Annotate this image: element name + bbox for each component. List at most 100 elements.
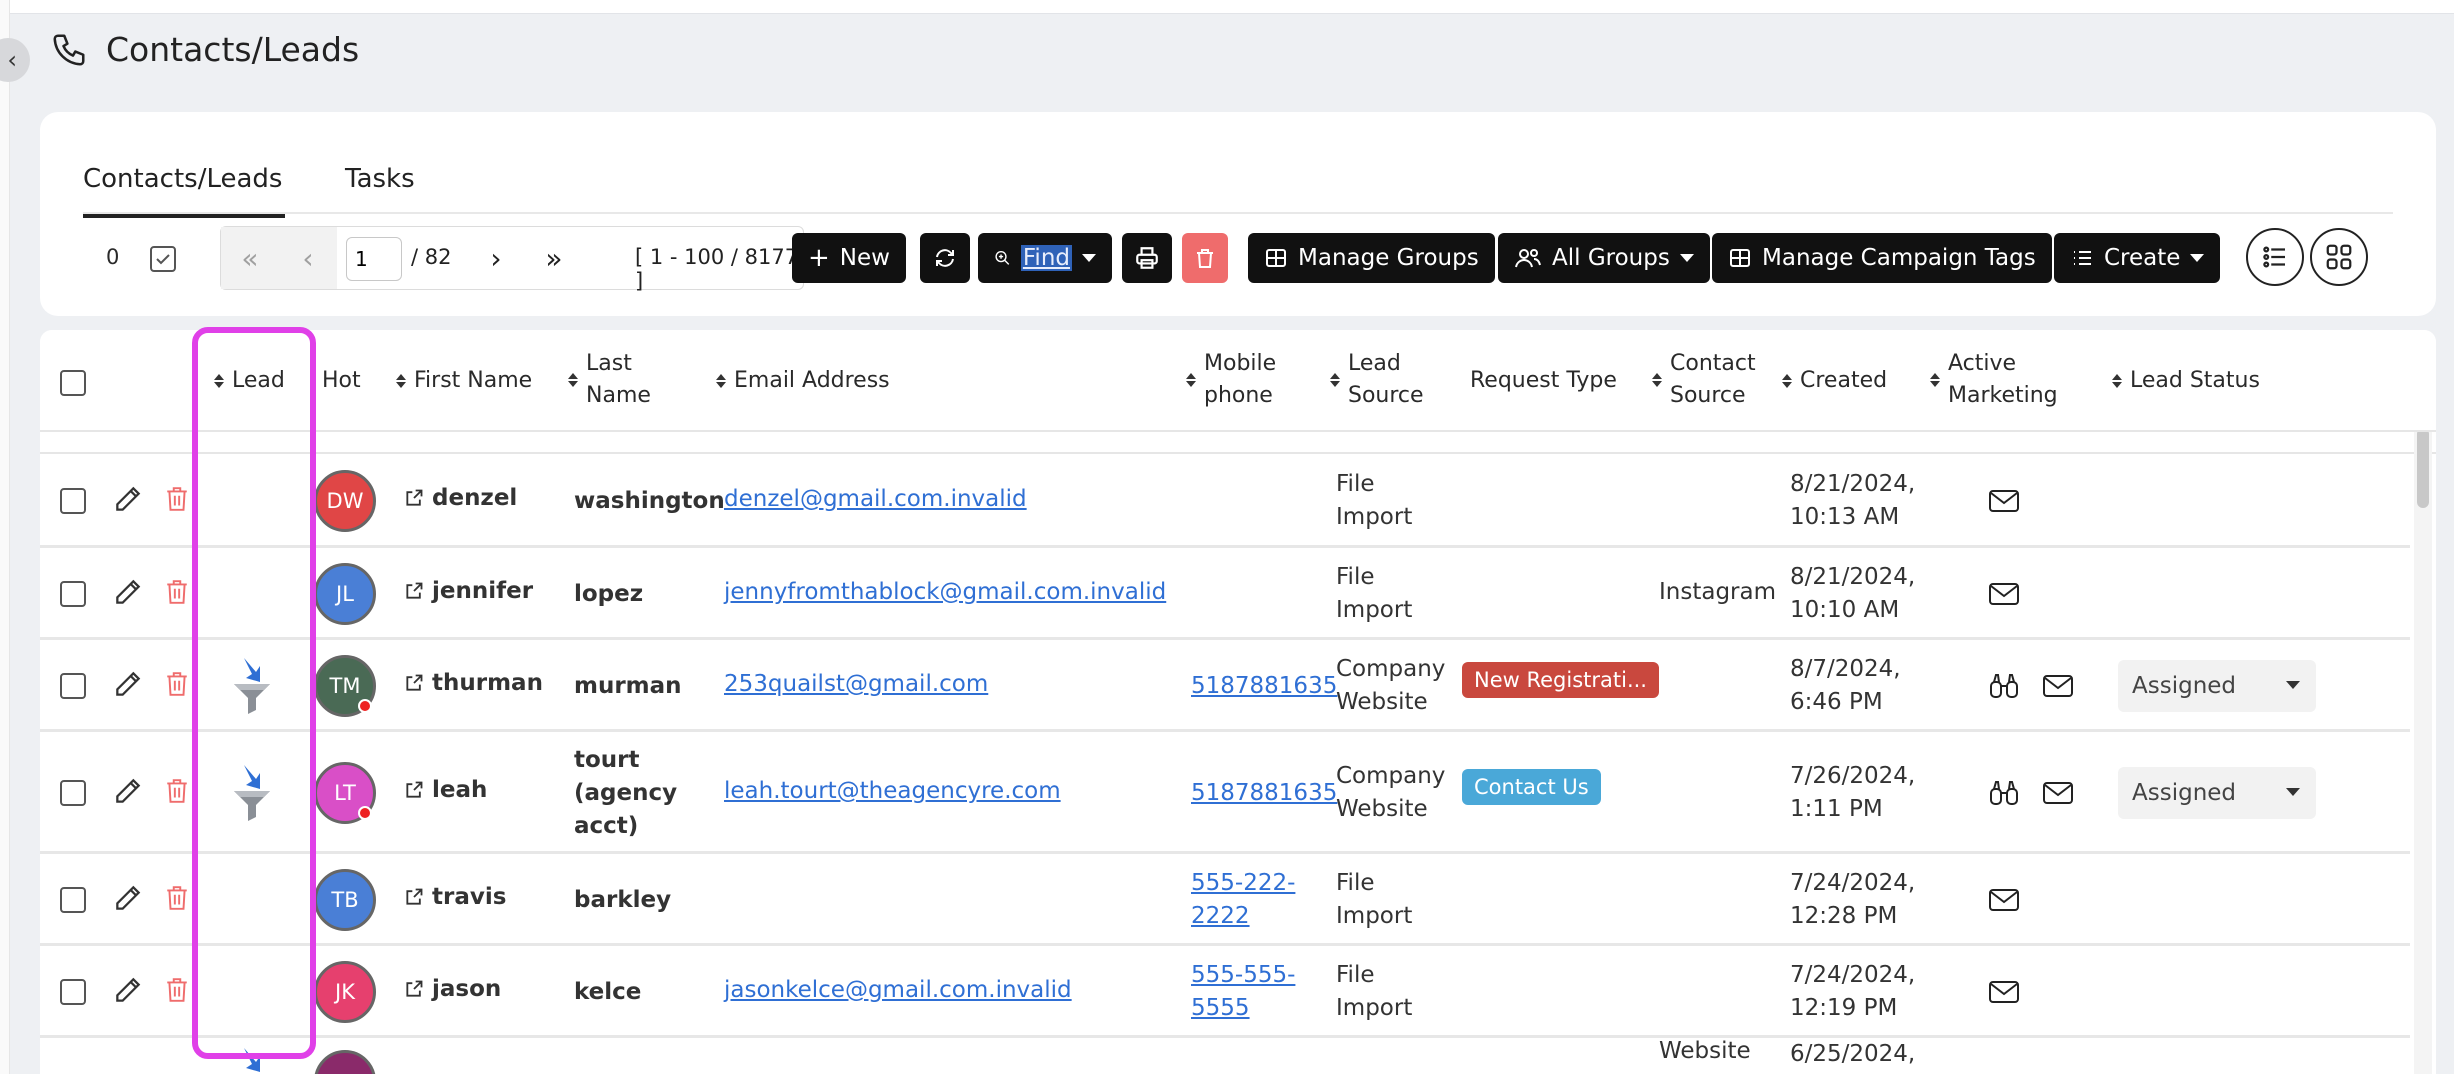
email-marketing-button[interactable] [2042,674,2074,702]
email-link[interactable]: leah.tourt@theagencyre.com [724,778,1061,804]
column-lead-source[interactable]: Lead Source [1330,348,1424,412]
external-link-icon [406,781,423,798]
request-type-badge: Contact Us [1462,769,1601,805]
manage-campaign-tags-button[interactable]: Manage Campaign Tags [1712,233,2052,283]
avatar[interactable]: LT [314,762,376,824]
new-button[interactable]: + New [792,233,906,283]
delete-button[interactable] [164,883,190,917]
lead-status-select[interactable]: Assigned [2118,767,2316,819]
caret-down-icon [1679,254,1694,262]
column-created[interactable]: Created [1782,365,1887,397]
first-name-link[interactable]: travis [404,884,506,910]
column-request-type[interactable]: Request Type [1470,365,1617,397]
avatar[interactable]: DW [314,470,376,532]
column-active-marketing[interactable]: Active Marketing [1930,348,2058,412]
prev-page-button[interactable]: ‹ [279,227,337,289]
row-checkbox[interactable] [60,979,86,1005]
column-contact-source[interactable]: Contact Source [1652,348,1756,412]
first-name-link[interactable]: jason [404,976,501,1002]
row-checkbox[interactable] [60,488,86,514]
email-link[interactable]: 253quailst@gmail.com [724,671,988,697]
header-select-checkbox[interactable] [60,370,86,396]
row-checkbox[interactable] [60,581,86,607]
avatar[interactable]: JK [314,961,376,1023]
trash-icon [167,672,187,696]
print-button[interactable] [1122,233,1172,283]
email-link[interactable]: jennyfromthablock@gmail.com.invalid [724,579,1166,605]
select-all-toggle[interactable] [150,246,176,272]
email-marketing-button[interactable] [1988,582,2020,610]
email-marketing-button[interactable] [1988,980,2020,1008]
row-checkbox[interactable] [60,780,86,806]
list-view-button[interactable] [2246,228,2304,286]
edit-icon [116,977,141,1002]
delete-button[interactable] [164,776,190,810]
avatar[interactable]: TM [314,655,376,717]
edit-button[interactable] [112,576,144,612]
tab-bar: Contacts/Leads Tasks [83,136,2393,218]
caret-down-icon [2190,254,2205,262]
tab-contacts-leads[interactable]: Contacts/Leads [83,164,286,218]
phone-link[interactable]: 555-222- 2222 [1191,867,1295,933]
phone-link[interactable]: 5187881635 [1191,777,1337,810]
tab-tasks[interactable]: Tasks [345,164,415,194]
column-hot[interactable]: Hot [322,365,361,397]
avatar[interactable]: JL [314,563,376,625]
row-checkbox[interactable] [60,673,86,699]
created-date: 7/24/2024, 12:19 PM [1790,962,1916,1021]
first-name-link[interactable]: thurman [404,670,543,696]
delete-button[interactable] [164,484,190,518]
email-marketing-button[interactable] [1988,489,2020,517]
lead-status-select[interactable]: Assigned [2118,660,2316,712]
left-sidebar-edge [0,0,10,1074]
edit-button[interactable] [112,974,144,1010]
row-checkbox[interactable] [60,887,86,913]
avatar[interactable]: TB [314,869,376,931]
external-link-icon [406,980,423,997]
edit-button[interactable] [112,882,144,918]
find-button[interactable]: Find [978,233,1112,283]
phone-link[interactable]: 5187881635 [1191,670,1337,703]
phone-link[interactable]: 555-555- 5555 [1191,959,1295,1025]
sidebar-collapse-button[interactable]: ‹ [0,38,30,82]
next-page-button[interactable]: › [467,227,525,289]
lead-source: Company Website [1336,656,1446,715]
edit-button[interactable] [112,775,144,811]
email-link[interactable]: denzel@gmail.com.invalid [724,486,1027,512]
first-name-link[interactable]: jennifer [404,578,533,604]
first-name-link[interactable]: leah [404,777,487,803]
sort-icon [1330,373,1340,387]
grid-view-button[interactable] [2310,228,2368,286]
column-last-name[interactable]: Last Name [568,348,651,412]
delete-button[interactable] [164,669,190,703]
manage-groups-button[interactable]: Manage Groups [1248,233,1495,283]
first-name-link[interactable]: denzel [404,485,517,511]
first-page-button[interactable]: « [221,227,279,289]
delete-button[interactable] [164,975,190,1009]
last-page-button[interactable]: » [525,227,583,289]
edit-button[interactable] [112,483,144,519]
refresh-button[interactable] [920,233,970,283]
avatar[interactable] [314,1050,376,1074]
column-mobile-phone[interactable]: Mobile phone [1186,348,1276,412]
email-link[interactable]: jasonkelce@gmail.com.invalid [724,977,1072,1003]
created-date: 7/26/2024, 1:11 PM [1790,763,1916,822]
all-groups-dropdown[interactable]: All Groups [1498,233,1710,283]
create-dropdown[interactable]: Create [2054,233,2221,283]
view-activity-button[interactable] [1988,672,2020,704]
email-marketing-button[interactable] [1988,888,2020,916]
vertical-scrollbar[interactable] [2414,340,2432,1074]
table-row: DW denzel washington denzel@gmail.com.inval… [40,454,2410,548]
delete-selected-button[interactable] [1182,233,1228,283]
hot-indicator [358,806,372,820]
scrollbar-thumb[interactable] [2417,428,2429,508]
delete-button[interactable] [164,577,190,611]
column-first-name[interactable]: First Name [396,365,532,397]
edit-button[interactable] [112,668,144,704]
view-activity-button[interactable] [1988,779,2020,811]
column-email[interactable]: Email Address [716,365,890,397]
page-number-input[interactable] [346,237,402,281]
column-lead-status[interactable]: Lead Status [2112,365,2260,397]
email-marketing-button[interactable] [2042,781,2074,809]
trash-icon [167,886,187,910]
